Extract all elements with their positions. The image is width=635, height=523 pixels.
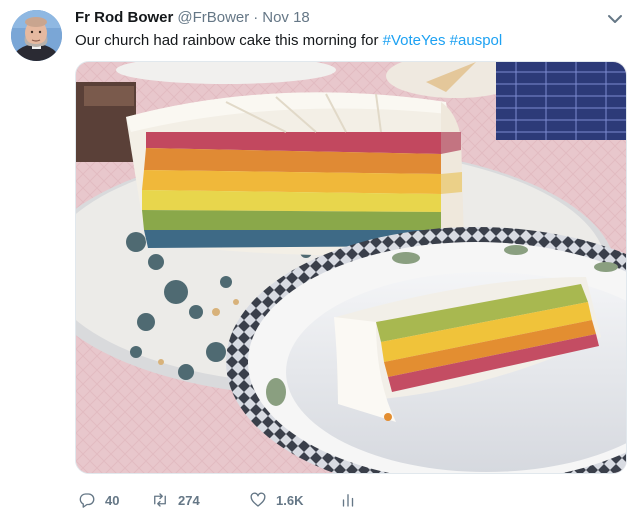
hashtag-voteyes[interactable]: #VoteYes	[383, 32, 446, 49]
display-name[interactable]: Fr Rod Bower	[75, 9, 173, 26]
reply-count: 40	[105, 492, 120, 508]
cake-photo	[76, 62, 626, 473]
analytics-button[interactable]	[339, 487, 357, 513]
heart-icon	[250, 492, 266, 507]
like-button[interactable]: 1.6K	[249, 487, 303, 513]
tweet-text: Our church had rainbow cake this morning…	[75, 31, 502, 51]
avatar[interactable]	[11, 10, 62, 61]
like-count: 1.6K	[276, 492, 304, 508]
retweet-count: 274	[178, 492, 200, 508]
more-options-button[interactable]	[607, 12, 623, 24]
separator-dot: ·	[253, 9, 259, 26]
tweet-text-plain: Our church had rainbow cake this morning…	[75, 32, 383, 49]
analytics-icon	[342, 494, 354, 507]
hashtag-auspol[interactable]: #auspol	[450, 32, 503, 49]
tweet-header: Fr Rod Bower @FrBower · Nov 18	[75, 9, 310, 29]
retweet-button[interactable]: 274	[151, 487, 200, 513]
user-handle[interactable]: @FrBower	[177, 9, 249, 26]
tweet-date[interactable]: Nov 18	[262, 9, 310, 26]
chevron-down-icon	[608, 15, 622, 23]
avatar-image	[11, 10, 62, 61]
retweet-icon	[154, 493, 166, 507]
tweet[interactable]: Fr Rod Bower @FrBower · Nov 18 Our churc…	[0, 0, 635, 523]
tweet-photo[interactable]	[75, 61, 627, 474]
reply-icon	[79, 493, 95, 508]
tweet-actions: 40 274 1.6K	[75, 487, 375, 513]
reply-button[interactable]: 40	[78, 487, 119, 513]
